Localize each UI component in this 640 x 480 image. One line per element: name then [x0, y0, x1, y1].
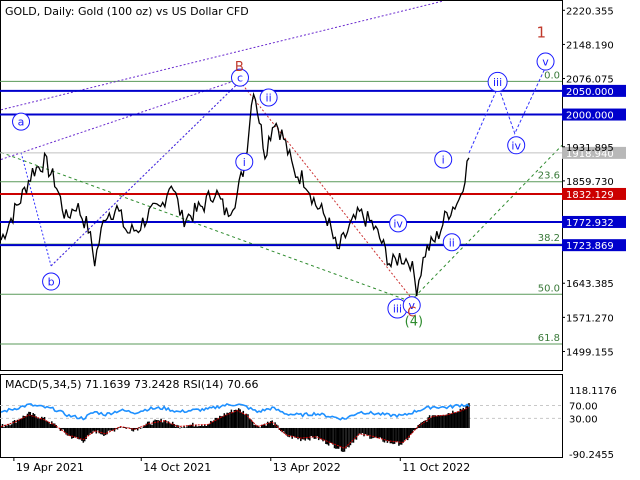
time-tick-label: 14 Oct 2021: [143, 461, 211, 474]
price-level-label: 2050.000: [566, 87, 614, 98]
price-tick-label: 1859.730: [566, 177, 614, 188]
wave-label: 1: [536, 24, 546, 42]
price-tick-label: 2076.075: [566, 75, 614, 86]
time-tick-label: 19 Apr 2021: [16, 461, 84, 474]
wave-label: i: [442, 153, 445, 166]
fib-level-label: 61.8: [538, 333, 560, 344]
fib-level-label: 38.2: [538, 233, 560, 244]
price-level-label: 1832.129: [566, 190, 614, 201]
indicator-tick-label: 118.1176: [569, 386, 617, 397]
wave-label: i: [243, 156, 246, 169]
wave-label: b: [48, 276, 55, 289]
wave-label: (4): [405, 315, 423, 330]
wave-label: iv: [393, 217, 403, 230]
price-level-label: 2000.000: [566, 111, 614, 122]
price-tick-label: 1499.155: [566, 347, 614, 358]
fib-level-label: 0.0: [544, 70, 560, 81]
wave-label: B: [235, 60, 244, 75]
price-level-label: 1772.932: [566, 218, 614, 229]
wave-label: ii: [266, 92, 272, 105]
indicator-tick-label: 30.00: [569, 414, 598, 425]
wave-label: v: [542, 56, 549, 69]
chart-title: GOLD, Daily: Gold (100 oz) vs US Dollar …: [5, 5, 249, 18]
wave-label: ii: [449, 236, 455, 249]
wave-label: iii: [393, 303, 402, 316]
wave-label: iv: [511, 139, 521, 152]
price-level-label: 1723.869: [566, 241, 614, 252]
indicator-label: MACD(5,34,5) 71.1639 73.2428 RSI(14) 70.…: [5, 378, 258, 391]
gold-daily-chart: 0.0 23.6 38.2 50.0 61.8 2050.000 2000.000 1832…: [0, 0, 640, 480]
time-tick-label: 13 Apr 2022: [273, 461, 341, 474]
fib-level-label: 50.0: [538, 283, 560, 294]
time-tick-label: 11 Oct 2022: [402, 461, 470, 474]
indicator-tick-label: -90.2455: [569, 450, 614, 461]
price-tick-label: 2148.190: [566, 40, 614, 51]
wave-label: iii: [493, 76, 502, 89]
indicator-tick-label: 70.00: [569, 401, 598, 412]
fib-level-label: 23.6: [538, 171, 560, 182]
price-tick-label: 1931.895: [566, 143, 614, 154]
price-tick-label: 1643.385: [566, 279, 614, 290]
wave-label: a: [18, 116, 25, 129]
price-tick-label: 2220.355: [566, 6, 614, 17]
price-tick-label: 1571.270: [566, 313, 614, 324]
